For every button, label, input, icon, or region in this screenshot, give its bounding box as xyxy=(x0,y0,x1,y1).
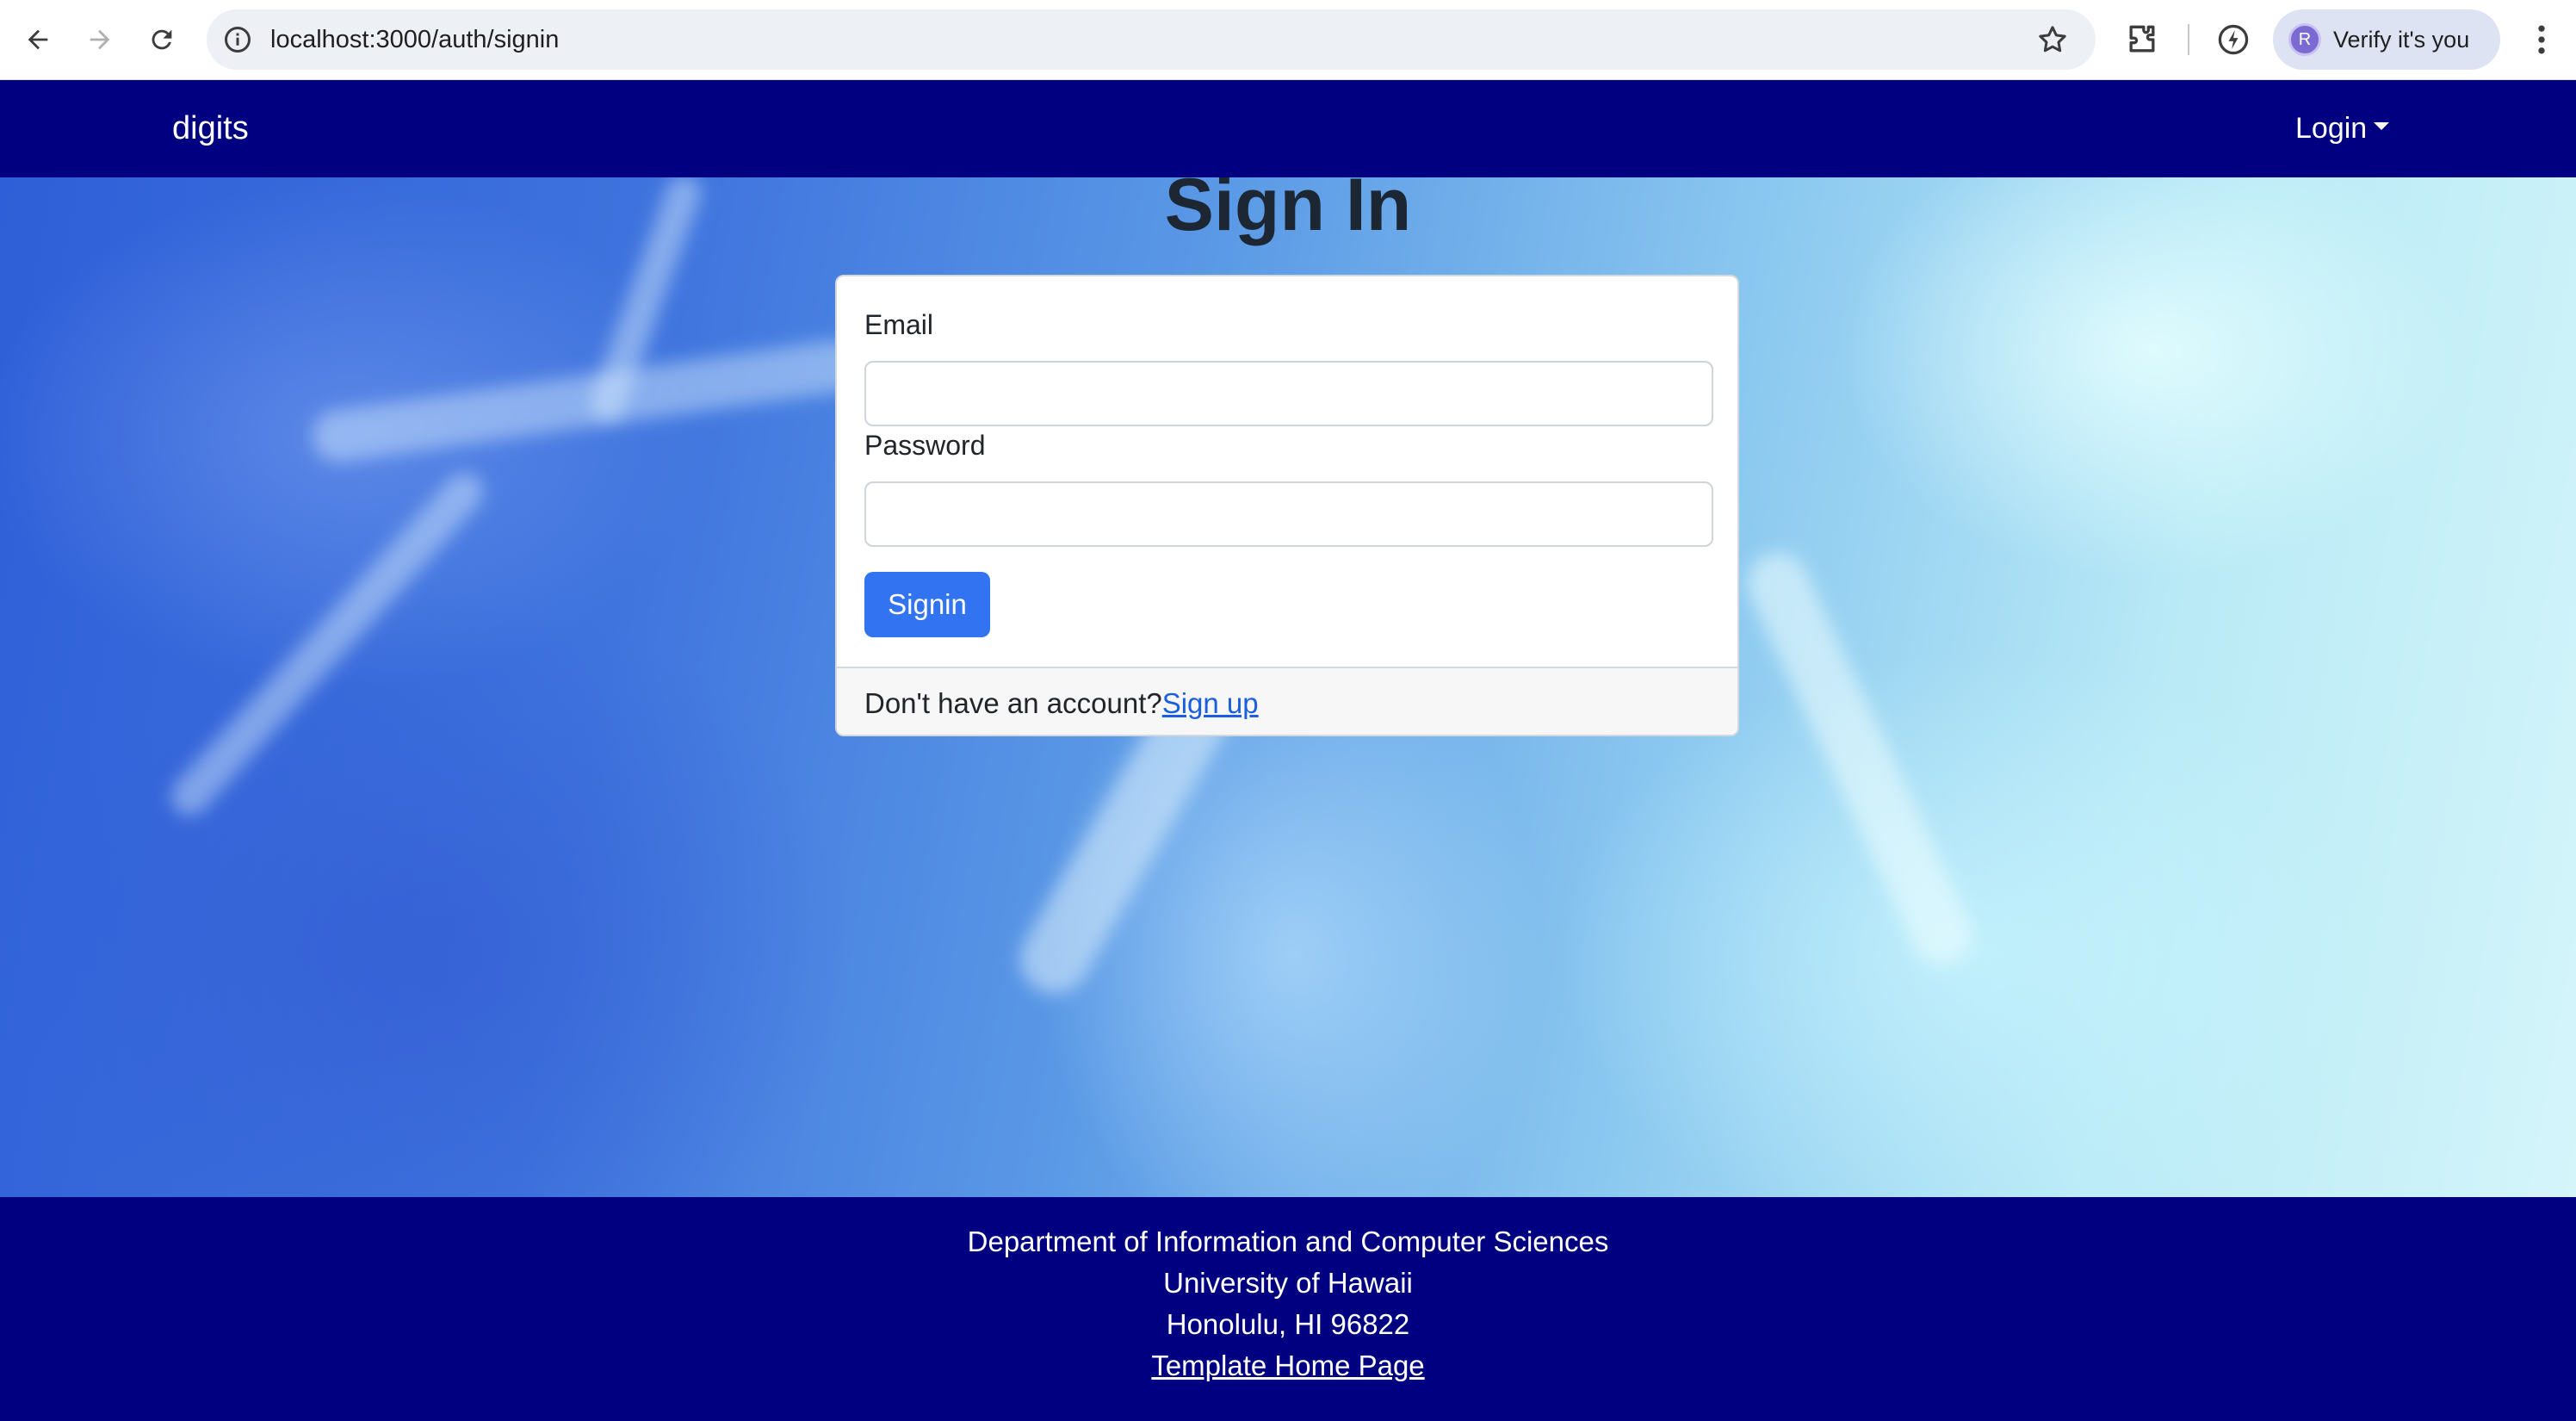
toolbar-divider xyxy=(2188,24,2189,55)
back-arrow-icon xyxy=(28,29,48,50)
email-field[interactable] xyxy=(864,361,1713,426)
site-navbar: digits Login xyxy=(0,80,2576,177)
performance-icon[interactable] xyxy=(2214,21,2252,59)
address-bar[interactable]: localhost:3000/auth/signin xyxy=(207,9,2096,70)
url-text[interactable]: localhost:3000/auth/signin xyxy=(270,9,559,70)
email-label: Email xyxy=(864,309,934,340)
reload-button[interactable] xyxy=(138,16,186,64)
hero-background: Sign In Email Password Signin Don't have… xyxy=(0,177,2576,1197)
browser-toolbar: localhost:3000/auth/signin R Verify it's… xyxy=(0,0,2576,80)
reload-icon xyxy=(152,29,172,50)
profile-chip-label: Verify it's you xyxy=(2333,26,2470,53)
background-streak xyxy=(308,337,863,466)
caret-down-icon xyxy=(2374,122,2390,130)
no-account-text: Don't have an account? xyxy=(864,686,1162,719)
back-button[interactable] xyxy=(14,16,62,64)
password-field[interactable] xyxy=(864,481,1713,547)
profile-chip[interactable]: R Verify it's you xyxy=(2273,9,2500,70)
web-page: digits Login Sign In Email Password Sign… xyxy=(0,80,2576,1421)
password-label: Password xyxy=(864,430,986,461)
more-menu-icon[interactable] xyxy=(2523,21,2561,59)
footer-link-row: Template Home Page xyxy=(0,1345,2576,1387)
page-title: Sign In xyxy=(1164,177,1412,246)
avatar: R xyxy=(2288,23,2321,56)
background-streak xyxy=(1737,543,1982,975)
bookmark-star-icon[interactable] xyxy=(2035,22,2070,57)
site-footer: Department of Information and Computer S… xyxy=(0,1197,2576,1421)
background-streak xyxy=(163,465,492,823)
signin-card: Email Password Signin Don't have an acco… xyxy=(835,275,1739,736)
signin-button[interactable]: Signin xyxy=(864,572,990,637)
brand-link[interactable]: digits xyxy=(172,80,249,177)
login-dropdown[interactable]: Login xyxy=(2295,80,2390,177)
template-home-link[interactable]: Template Home Page xyxy=(1151,1350,1424,1381)
forward-arrow-icon xyxy=(90,29,110,50)
signin-card-footer: Don't have an account? Sign up xyxy=(837,667,1737,735)
footer-university: University of Hawaii xyxy=(1163,1267,1413,1299)
signup-link[interactable]: Sign up xyxy=(1162,687,1259,720)
forward-button[interactable] xyxy=(76,16,124,64)
extensions-icon[interactable] xyxy=(2123,21,2161,59)
site-info-icon[interactable] xyxy=(222,24,253,55)
footer-department: Department of Information and Computer S… xyxy=(967,1226,1609,1257)
login-dropdown-label: Login xyxy=(2295,112,2368,145)
footer-address: Honolulu, HI 96822 xyxy=(1166,1308,1410,1340)
